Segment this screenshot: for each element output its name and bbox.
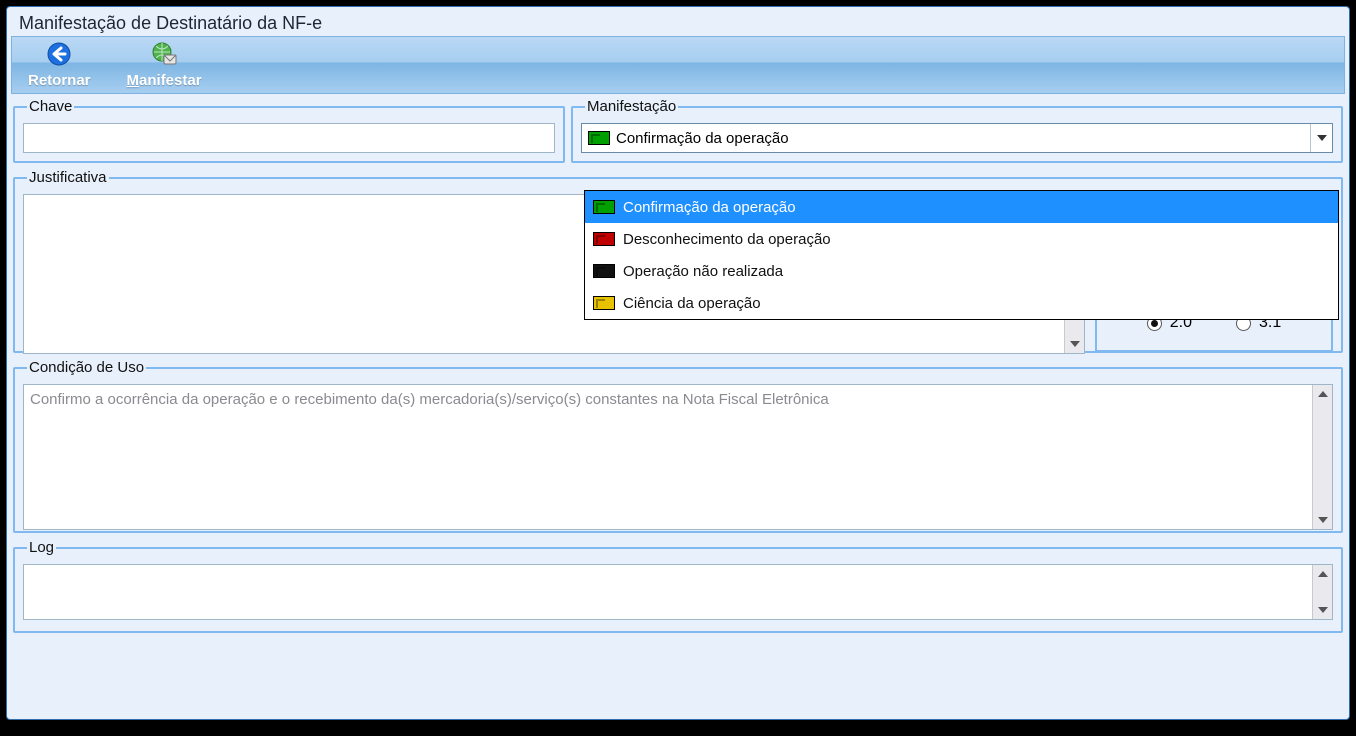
window-title: Manifestação de Destinatário da NF-e [7, 7, 1349, 36]
flag-icon [593, 296, 615, 310]
dropdown-option-ciencia[interactable]: Ciência da operação [585, 287, 1338, 319]
dropdown-option-confirmacao[interactable]: Confirmação da operação [585, 191, 1338, 223]
dropdown-option-nao-realizada[interactable]: Operação não realizada [585, 255, 1338, 287]
manifestar-label: Manifestar [127, 72, 202, 89]
dropdown-option-desconhecimento[interactable]: Desconhecimento da operação [585, 223, 1338, 255]
flag-icon [593, 264, 615, 278]
scroll-up-icon[interactable] [1313, 385, 1333, 403]
app-window: Manifestação de Destinatário da NF-e Ret… [6, 6, 1350, 720]
flag-icon [593, 232, 615, 246]
group-manifestacao: Manifestação Confirmação da operação [571, 98, 1343, 163]
dropdown-option-label: Confirmação da operação [623, 199, 796, 216]
chevron-down-icon [1310, 124, 1332, 152]
group-chave: Chave [13, 98, 565, 163]
scroll-down-icon[interactable] [1313, 511, 1333, 529]
flag-icon [593, 200, 615, 214]
condicao-text: Confirmo a ocorrência da operação e o re… [30, 389, 1310, 525]
group-manifestacao-label: Manifestação [585, 98, 678, 115]
manifestacao-select[interactable]: Confirmação da operação [581, 123, 1333, 153]
group-condicao: Condição de Uso Confirmo a ocorrência da… [13, 359, 1343, 533]
condicao-scrollbar[interactable] [1312, 385, 1332, 529]
dropdown-option-label: Ciência da operação [623, 295, 761, 312]
scroll-up-icon[interactable] [1313, 565, 1333, 583]
group-justificativa-label: Justificativa [27, 169, 109, 186]
scroll-down-icon[interactable] [1066, 335, 1084, 353]
retornar-label: Retornar [28, 72, 91, 89]
condicao-textarea[interactable]: Confirmo a ocorrência da operação e o re… [23, 384, 1333, 530]
content-area: Chave Manifestação Confirmação da operaç… [7, 94, 1349, 639]
manifestacao-combo-wrap: Confirmação da operação [581, 123, 1333, 153]
flag-icon [588, 131, 610, 145]
group-condicao-label: Condição de Uso [27, 359, 146, 376]
dropdown-option-label: Operação não realizada [623, 263, 783, 280]
log-scrollbar[interactable] [1312, 565, 1332, 619]
dropdown-option-label: Desconhecimento da operação [623, 231, 831, 248]
group-chave-label: Chave [27, 98, 74, 115]
row-chave-manifestacao: Chave Manifestação Confirmação da operaç… [13, 98, 1343, 163]
log-textarea[interactable] [23, 564, 1333, 620]
group-log: Log [13, 539, 1343, 633]
toolbar: Retornar Manifestar [11, 36, 1345, 94]
scroll-down-icon[interactable] [1313, 601, 1333, 619]
globe-send-icon [151, 42, 177, 72]
manifestar-button[interactable]: Manifestar [121, 40, 208, 91]
chave-input[interactable] [23, 123, 555, 153]
group-log-label: Log [27, 539, 56, 556]
back-arrow-icon [46, 42, 72, 72]
retornar-button[interactable]: Retornar [22, 40, 97, 91]
manifestacao-dropdown[interactable]: Confirmação da operação Desconhecimento … [584, 190, 1339, 320]
manifestacao-selected-label: Confirmação da operação [616, 130, 789, 147]
